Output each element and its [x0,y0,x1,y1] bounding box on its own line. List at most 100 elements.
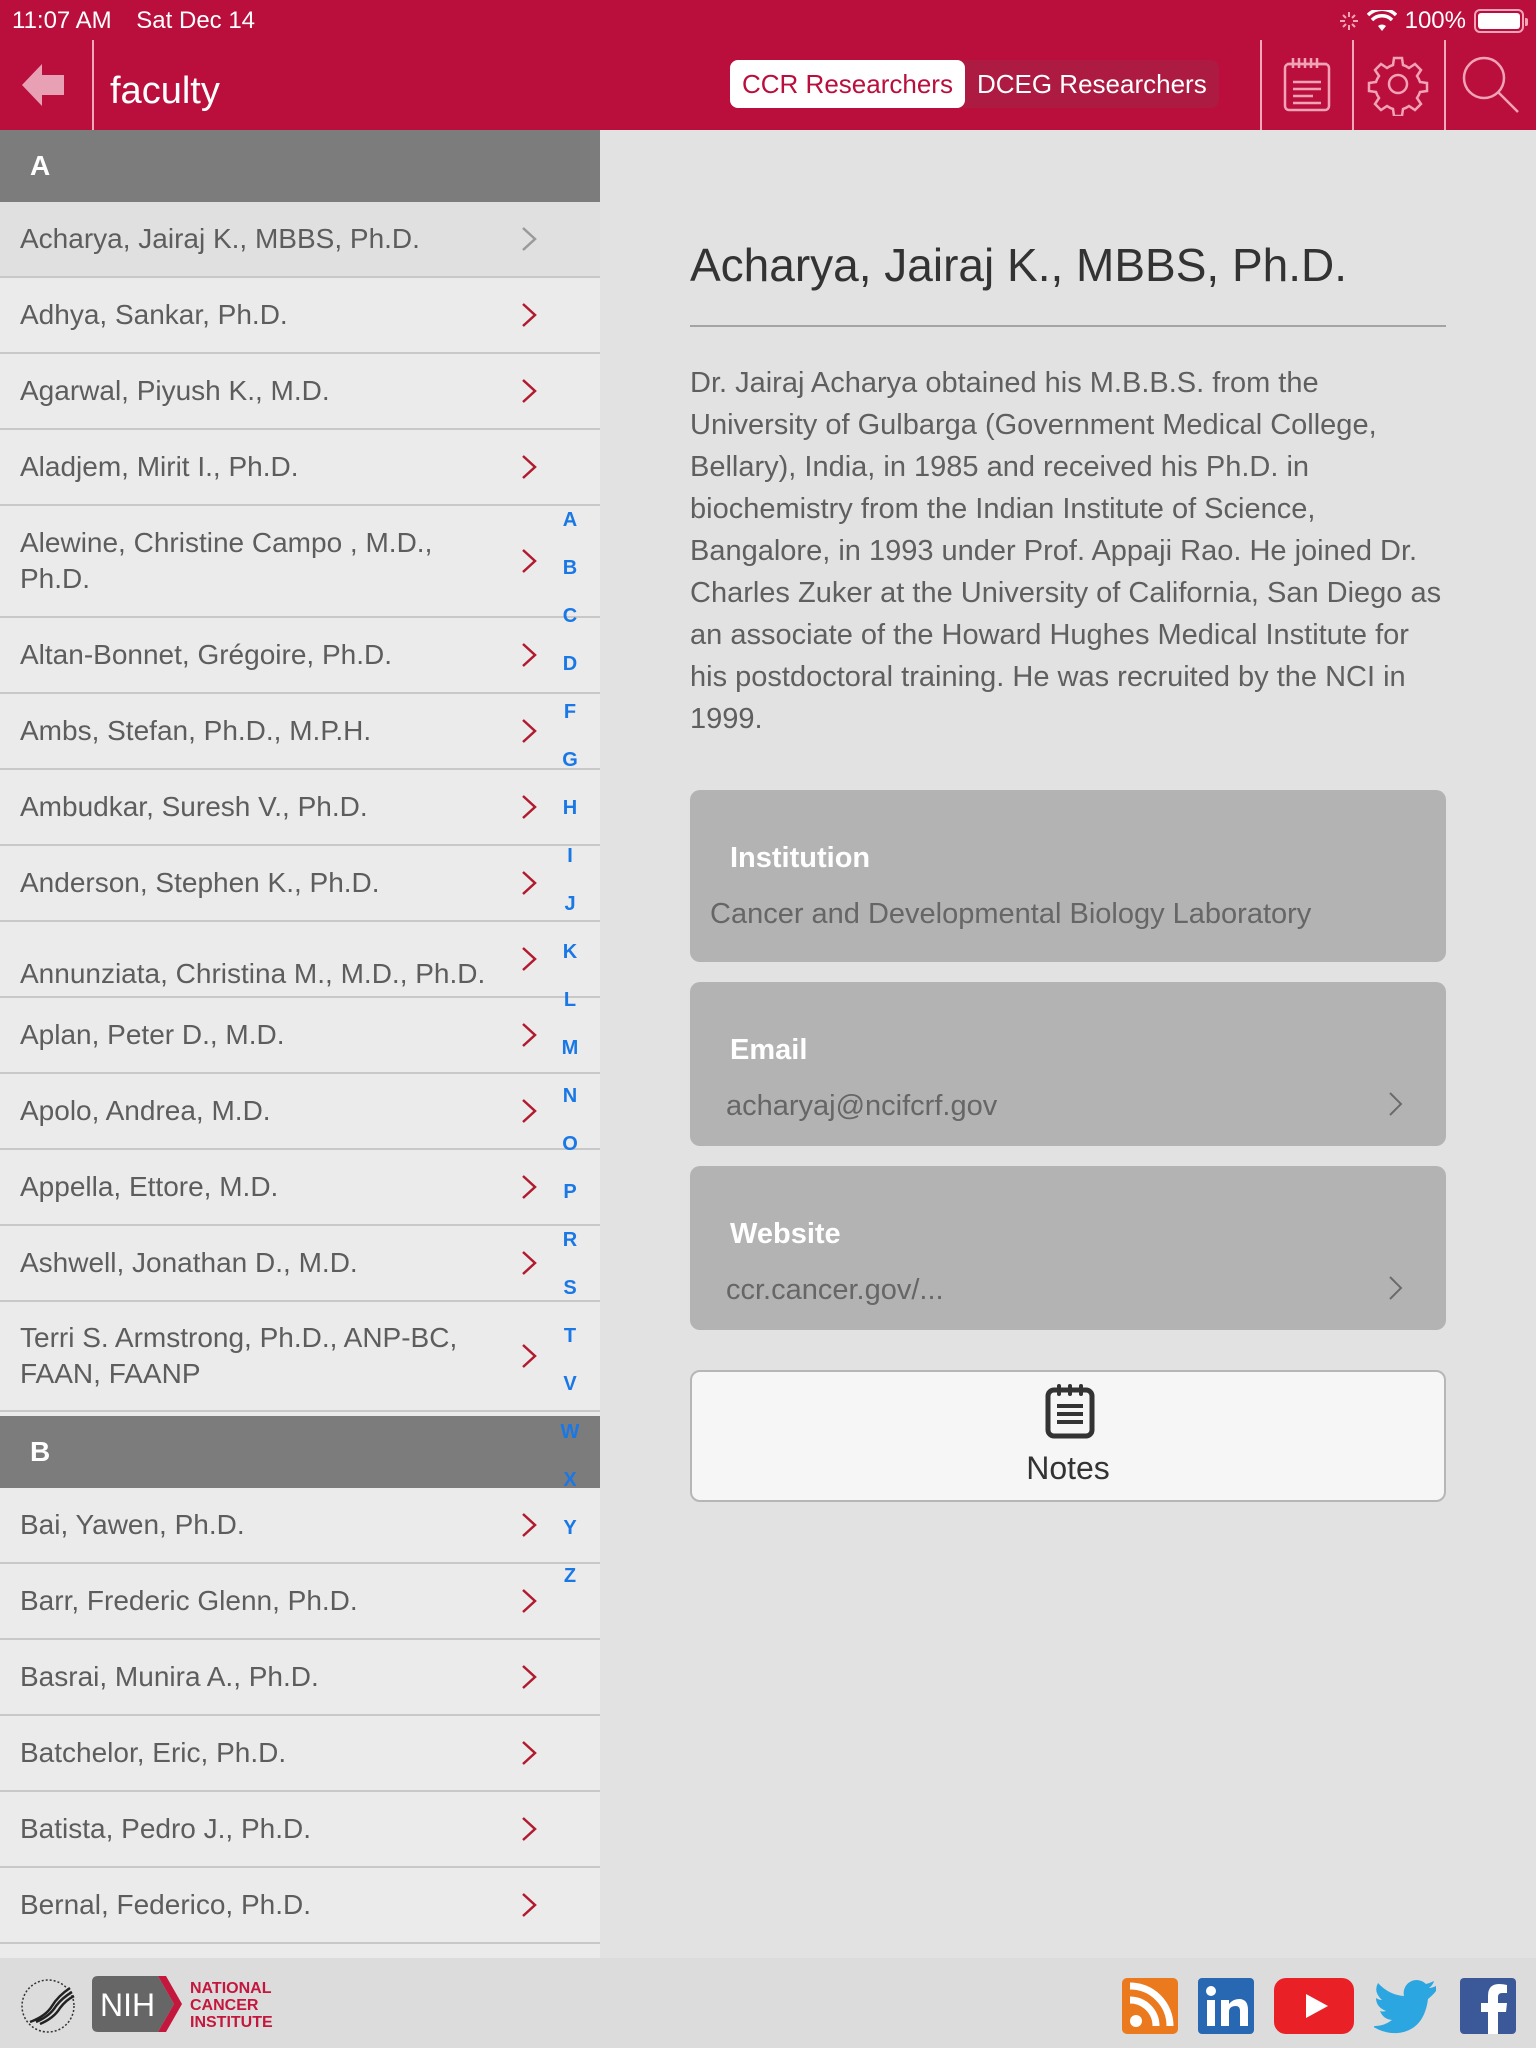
index-letter[interactable]: L [548,980,592,1028]
researcher-segmented-control: CCR Researchers DCEG Researchers [730,60,1219,108]
index-letter[interactable]: J [548,884,592,932]
back-arrow-icon[interactable] [18,60,68,110]
index-letter[interactable]: K [548,932,592,980]
chevron-right-icon [522,1893,537,1917]
researcher-name-label: Acharya, Jairaj K., MBBS, Ph.D. [20,223,420,254]
researcher-name-label: Ashwell, Jonathan D., M.D. [20,1247,358,1278]
status-bar: 11:07 AM Sat Dec 14 100% [12,6,1528,36]
search-icon[interactable] [1458,52,1522,116]
website-label: Website [730,1218,841,1250]
list-item[interactable]: Ashwell, Jonathan D., M.D. [0,1226,600,1302]
tab-ccr-researchers[interactable]: CCR Researchers [730,60,965,108]
email-value[interactable]: acharyaj@ncifcrf.gov [726,1090,997,1123]
nih-logo: NIH [92,1976,182,2032]
researcher-list[interactable]: A Acharya, Jairaj K., MBBS, Ph.D. Adhya, … [0,130,600,1958]
index-letter[interactable]: W [548,1412,592,1460]
list-item[interactable]: Adhya, Sankar, Ph.D. [0,278,600,354]
activity-icon [1339,12,1358,30]
list-item[interactable]: Basrai, Munira A., Ph.D. [0,1640,600,1716]
youtube-icon[interactable] [1274,1978,1354,2034]
researcher-name: Acharya, Jairaj K., MBBS, Ph.D. [690,239,1348,291]
list-item[interactable]: Altan-Bonnet, Grégoire, Ph.D. [0,618,600,694]
battery-icon [1474,9,1528,33]
researcher-name-label: Adhya, Sankar, Ph.D. [20,299,288,330]
institution-card: Institution Cancer and Developmental Bio… [690,790,1446,962]
institution-label: Institution [730,842,871,874]
index-letter[interactable]: R [548,1220,592,1268]
list-item[interactable]: Aplan, Peter D., M.D. [0,998,600,1074]
researcher-name-label: Altan-Bonnet, Grégoire, Ph.D. [20,639,392,670]
index-letter[interactable]: X [548,1460,592,1508]
website-card[interactable]: Website ccr.cancer.gov/... [690,1166,1446,1330]
list-item[interactable]: Batchelor, Eric, Ph.D. [0,1716,600,1792]
researcher-name-label: Aladjem, Mirit I., Ph.D. [20,451,299,482]
index-letter[interactable]: G [548,740,592,788]
chevron-right-icon [1389,1092,1403,1116]
index-letter[interactable]: B [548,548,592,596]
gear-icon[interactable] [1366,52,1430,116]
list-item[interactable]: Aladjem, Mirit I., Ph.D. [0,430,600,506]
alphabet-index[interactable]: ABCDFGHIJKLMNOPRSTVWXYZ [548,500,592,1604]
list-item[interactable]: Apolo, Andrea, M.D. [0,1074,600,1150]
list-item[interactable]: Annunziata, Christina M., M.D., Ph.D. [0,922,600,998]
rss-icon[interactable] [1122,1978,1178,2034]
chevron-right-icon [1389,1276,1403,1300]
researcher-name-label: Basrai, Munira A., Ph.D. [20,1661,319,1692]
list-item[interactable]: Agarwal, Piyush K., M.D. [0,354,600,430]
website-value[interactable]: ccr.cancer.gov/... [726,1274,944,1307]
nih-text: NIH [100,1987,155,2023]
nci-line: NATIONAL [190,1980,272,1997]
index-letter[interactable]: Y [548,1508,592,1556]
nci-logo-text: NATIONAL CANCER INSTITUTE [190,1980,273,2031]
chevron-right-icon [522,643,537,667]
researcher-name-label: Bai, Yawen, Ph.D. [20,1509,245,1540]
index-letter[interactable]: Z [548,1556,592,1604]
list-item[interactable]: Appella, Ettore, M.D. [0,1150,600,1226]
index-letter[interactable]: N [548,1076,592,1124]
index-letter[interactable]: O [548,1124,592,1172]
list-item[interactable]: Bai, Yawen, Ph.D. [0,1488,600,1564]
section-header-b: B [0,1416,600,1488]
linkedin-icon[interactable] [1198,1978,1254,2034]
list-item[interactable]: Acharya, Jairaj K., MBBS, Ph.D. [0,202,600,278]
chevron-right-icon [522,1817,537,1841]
notes-button[interactable]: Notes [690,1370,1446,1502]
email-label: Email [730,1034,808,1066]
index-letter[interactable]: F [548,692,592,740]
list-item[interactable]: Batista, Pedro J., Ph.D. [0,1792,600,1868]
researcher-name-label: Appella, Ettore, M.D. [20,1171,279,1202]
twitter-icon[interactable] [1374,1978,1438,2034]
index-letter[interactable]: I [548,836,592,884]
tab-dceg-researchers[interactable]: DCEG Researchers [965,60,1219,108]
facebook-icon[interactable] [1460,1978,1516,2034]
list-item[interactable]: Alewine, Christine Campo , M.D., Ph.D. [0,506,600,618]
researcher-name-label: Apolo, Andrea, M.D. [20,1095,271,1126]
list-item[interactable]: Anderson, Stephen K., Ph.D. [0,846,600,922]
nci-line: CANCER [190,1997,259,2014]
chevron-right-icon [522,947,537,971]
researcher-name-label: Annunziata, Christina M., M.D., Ph.D. [20,958,486,989]
divider [92,40,94,130]
list-item[interactable]: Ambudkar, Suresh V., Ph.D. [0,770,600,846]
list-item[interactable]: Bernal, Federico, Ph.D. [0,1868,600,1944]
chevron-right-icon [522,1344,537,1368]
notepad-icon[interactable] [1275,52,1339,116]
chevron-right-icon [522,455,537,479]
index-letter[interactable]: C [548,596,592,644]
index-letter[interactable]: A [548,500,592,548]
wifi-icon [1366,10,1397,31]
battery-percent: 100% [1404,7,1466,34]
index-letter[interactable]: M [548,1028,592,1076]
list-item[interactable]: Ambs, Stefan, Ph.D., M.P.H. [0,694,600,770]
researcher-name-label: Bernal, Federico, Ph.D. [20,1889,312,1920]
index-letter[interactable]: V [548,1364,592,1412]
index-letter[interactable]: P [548,1172,592,1220]
index-letter[interactable]: H [548,788,592,836]
index-letter[interactable]: S [548,1268,592,1316]
chevron-right-icon [522,1589,537,1613]
index-letter[interactable]: T [548,1316,592,1364]
index-letter[interactable]: D [548,644,592,692]
email-card[interactable]: Email acharyaj@ncifcrf.gov [690,982,1446,1146]
list-item[interactable]: Barr, Frederic Glenn, Ph.D. [0,1564,600,1640]
list-item[interactable]: Terri S. Armstrong, Ph.D., ANP-BC, FAAN,… [0,1302,600,1412]
